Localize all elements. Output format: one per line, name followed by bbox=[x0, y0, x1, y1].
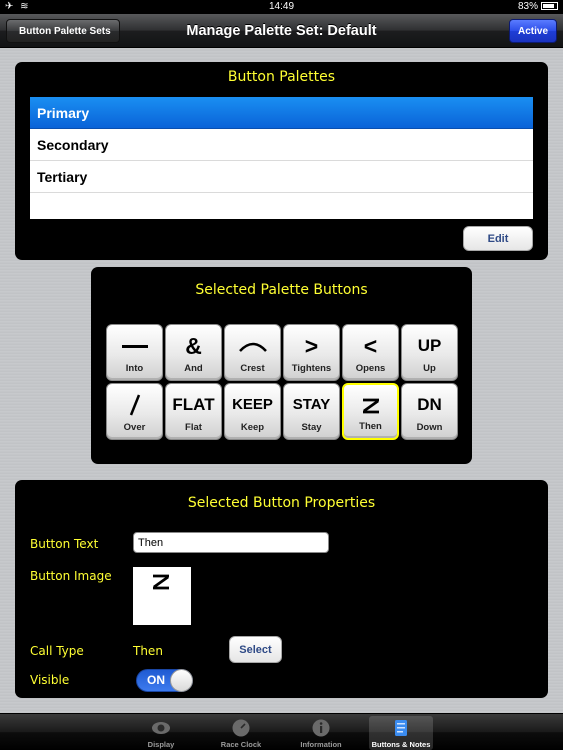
tab-buttons-notes[interactable]: Buttons & Notes bbox=[369, 716, 433, 750]
palette-button-then[interactable]: Then bbox=[342, 383, 399, 440]
palette-button-tightens[interactable]: > Tightens bbox=[283, 324, 340, 381]
dash-icon bbox=[107, 331, 162, 361]
palette-button-over[interactable]: Over bbox=[106, 383, 163, 440]
palette-button-keep[interactable]: KEEP Keep bbox=[224, 383, 281, 440]
call-type-label: Call Type bbox=[30, 644, 84, 658]
selected-button-properties-panel: Selected Button Properties Button Text B… bbox=[15, 480, 548, 698]
battery-percent: 83% bbox=[517, 1, 538, 12]
notes-icon bbox=[395, 720, 407, 736]
tab-bar: Display Race Clock Information Buttons &… bbox=[0, 713, 563, 750]
active-button[interactable]: Active bbox=[508, 19, 557, 43]
palette-list-empty-row bbox=[30, 193, 533, 218]
button-image-preview[interactable] bbox=[133, 567, 191, 625]
palette-button-stay[interactable]: STAY Stay bbox=[283, 383, 340, 440]
status-time: 14:49 bbox=[268, 1, 295, 12]
call-type-value: Then bbox=[133, 644, 163, 658]
palette-item-tertiary[interactable]: Tertiary bbox=[30, 161, 533, 193]
palette-button-flat[interactable]: FLAT Flat bbox=[165, 383, 222, 440]
toggle-state-label: ON bbox=[147, 673, 165, 687]
selected-palette-buttons-panel: Selected Palette Buttons Into & And Cres… bbox=[91, 267, 472, 464]
back-button[interactable]: Button Palette Sets bbox=[6, 19, 120, 43]
palette-list: Primary Secondary Tertiary bbox=[30, 97, 533, 219]
palette-button-into[interactable]: Into bbox=[106, 324, 163, 381]
status-battery: 83% bbox=[518, 1, 558, 12]
visible-toggle[interactable]: ON bbox=[136, 669, 193, 692]
slash-icon bbox=[107, 390, 162, 420]
battery-icon bbox=[541, 2, 558, 10]
selected-button-properties-title: Selected Button Properties bbox=[187, 495, 376, 511]
palette-button-down[interactable]: DN Down bbox=[401, 383, 458, 440]
palette-item-secondary[interactable]: Secondary bbox=[30, 129, 533, 161]
tab-information[interactable]: Information bbox=[289, 716, 353, 750]
then-z-icon bbox=[153, 574, 169, 590]
visible-label: Visible bbox=[30, 673, 70, 687]
palette-item-primary[interactable]: Primary bbox=[30, 97, 533, 129]
status-bar: ✈ ≋ 14:49 83% bbox=[0, 0, 563, 14]
selected-palette-buttons-title: Selected Palette Buttons bbox=[195, 282, 368, 298]
info-icon bbox=[312, 719, 330, 737]
toggle-knob bbox=[170, 669, 193, 692]
crest-arc-icon bbox=[225, 331, 280, 361]
palette-button-opens[interactable]: < Opens bbox=[342, 324, 399, 381]
edit-button[interactable]: Edit bbox=[463, 226, 533, 251]
tab-race-clock[interactable]: Race Clock bbox=[209, 716, 273, 750]
button-image-label: Button Image bbox=[30, 569, 112, 583]
select-call-type-button[interactable]: Select bbox=[229, 636, 282, 663]
palette-button-up[interactable]: UP Up bbox=[401, 324, 458, 381]
palette-button-grid: Into & And Crest > Tightens < Opens UP U… bbox=[106, 324, 459, 442]
tab-display[interactable]: Display bbox=[129, 716, 193, 750]
then-z-icon bbox=[344, 391, 397, 421]
button-palettes-panel: Button Palettes Primary Secondary Tertia… bbox=[15, 62, 548, 260]
button-text-label: Button Text bbox=[30, 537, 99, 551]
button-palettes-title: Button Palettes bbox=[227, 69, 336, 85]
button-text-input[interactable] bbox=[133, 532, 329, 553]
clock-icon bbox=[232, 719, 250, 737]
eye-icon bbox=[152, 722, 170, 734]
palette-button-crest[interactable]: Crest bbox=[224, 324, 281, 381]
navigation-bar: Manage Palette Set: Default Button Palet… bbox=[0, 14, 563, 48]
palette-button-and[interactable]: & And bbox=[165, 324, 222, 381]
